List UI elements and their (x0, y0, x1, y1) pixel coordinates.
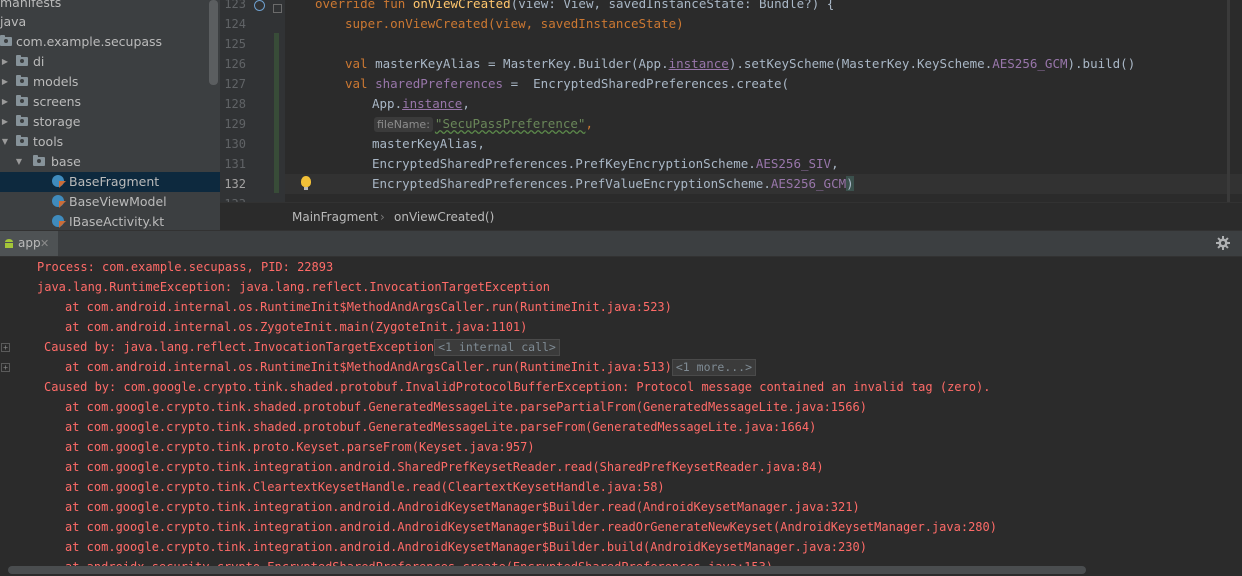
log-line: at com.google.crypto.tink.CleartextKeyse… (65, 480, 665, 494)
log-line: at com.google.crypto.tink.shaded.protobu… (65, 420, 817, 434)
code-line-current: EncryptedSharedPreferences.PrefValueEncr… (285, 174, 1185, 194)
tree-item-java[interactable]: java (0, 12, 220, 32)
tree-item-baseviewmodel[interactable]: BaseViewModel (0, 192, 220, 212)
logcat-output[interactable]: Process: com.example.secupass, PID: 2289… (0, 257, 1242, 576)
code-line: super.onViewCreated(view, savedInstanceS… (345, 16, 684, 31)
package-folder-icon (33, 155, 45, 166)
code-line: EncryptedSharedPreferences.PrefKeyEncryp… (372, 156, 839, 171)
android-icon (5, 239, 13, 248)
log-line: at com.google.crypto.tink.integration.an… (65, 520, 997, 534)
fold-tag[interactable]: <1 internal call> (434, 339, 560, 356)
tree-item-label: java (0, 14, 27, 29)
package-folder-icon (16, 115, 28, 126)
line-number: 125 (224, 37, 246, 51)
package-folder-icon (16, 75, 28, 86)
close-icon[interactable]: ✕ (40, 231, 49, 256)
tree-item-screens[interactable]: ▶ screens (0, 92, 220, 112)
breadcrumb: MainFragment › onViewCreated() (220, 202, 1242, 231)
line-number: 129 (224, 117, 246, 131)
log-line: Process: com.example.secupass, PID: 2289… (37, 260, 334, 274)
expand-icon[interactable]: + (1, 343, 10, 352)
line-number-current: 132 (224, 177, 246, 191)
breadcrumb-item-class[interactable]: MainFragment (292, 203, 378, 231)
line-number: 128 (224, 97, 246, 111)
horizontal-scrollbar[interactable] (8, 566, 1086, 574)
code-line: masterKeyAlias, (372, 136, 485, 151)
chevron-right-icon[interactable]: ▶ (0, 92, 10, 112)
run-panel-header: app ✕ (0, 230, 1242, 257)
kotlin-class-icon (52, 195, 64, 207)
tree-item-label: BaseFragment (69, 174, 160, 189)
chevron-right-icon[interactable]: ▶ (0, 112, 10, 132)
line-number: 131 (224, 157, 246, 171)
editor-scrollbar[interactable] (1227, 0, 1230, 202)
tree-item-label: com.example.secupass (16, 34, 163, 49)
tree-item-label: di (33, 54, 45, 69)
tree-item-label: storage (33, 114, 81, 129)
tree-item-label: tools (33, 134, 64, 149)
package-folder-icon (0, 35, 12, 46)
code-editor[interactable]: override fun onViewCreated(view: View, s… (285, 0, 1242, 202)
tree-item-label: models (33, 74, 79, 89)
tree-item-base[interactable]: ▼ base (0, 152, 220, 172)
tree-item-tools[interactable]: ▼ tools (0, 132, 220, 152)
tree-item-basefragment[interactable]: BaseFragment (0, 172, 220, 192)
line-number: 124 (224, 17, 246, 31)
tree-item-label: base (51, 154, 81, 169)
line-number: 127 (224, 77, 246, 91)
override-marker-icon[interactable] (254, 0, 265, 11)
tree-item-label: IBaseActivity.kt (69, 214, 165, 229)
tree-item-storage[interactable]: ▶ storage (0, 112, 220, 132)
vcs-change-marker[interactable] (274, 33, 279, 193)
package-folder-icon (16, 95, 28, 106)
tab-app[interactable]: app ✕ (0, 231, 58, 256)
line-number: 130 (224, 137, 246, 151)
kotlin-class-icon (52, 175, 64, 187)
breadcrumb-item-method[interactable]: onViewCreated() (394, 203, 494, 231)
breadcrumb-separator: › (380, 210, 385, 224)
tree-item-models[interactable]: ▶ models (0, 72, 220, 92)
log-line: at com.android.internal.os.ZygoteInit.ma… (65, 320, 528, 334)
log-line: Caused by: java.lang.reflect.InvocationT… (44, 337, 560, 357)
package-folder-icon (16, 135, 28, 146)
expand-icon[interactable]: + (1, 363, 10, 372)
code-line: fileName: "SecuPassPreference", (374, 114, 593, 134)
chevron-right-icon[interactable]: ▶ (0, 52, 10, 72)
line-number: 126 (224, 57, 246, 71)
log-line: Caused by: com.google.crypto.tink.shaded… (44, 380, 991, 394)
log-line: at com.google.crypto.tink.integration.an… (65, 500, 860, 514)
code-line: override fun onViewCreated(view: View, s… (315, 0, 835, 11)
chevron-down-icon[interactable]: ▼ (14, 152, 24, 172)
tree-scrollbar[interactable] (209, 0, 218, 85)
log-line: at com.android.internal.os.RuntimeInit$M… (65, 357, 757, 377)
kotlin-file-icon (52, 215, 64, 227)
line-number: 123 (224, 0, 246, 11)
fold-marker-icon[interactable] (273, 4, 282, 13)
fold-tag[interactable]: <1 more...> (671, 359, 757, 376)
parameter-hint: fileName: (374, 117, 433, 132)
log-line: at com.google.crypto.tink.integration.an… (65, 460, 824, 474)
project-tree: manifests java com.example.secupass ▶ di… (0, 0, 220, 230)
tree-item-label: screens (33, 94, 82, 109)
log-line: at com.google.crypto.tink.shaded.protobu… (65, 400, 867, 414)
package-folder-icon (16, 55, 28, 66)
log-line: at com.android.internal.os.RuntimeInit$M… (65, 300, 672, 314)
log-line: at com.google.crypto.tink.proto.Keyset.p… (65, 440, 535, 454)
chevron-right-icon[interactable]: ▶ (0, 72, 10, 92)
code-line: val masterKeyAlias = MasterKey.Builder(A… (345, 56, 1136, 71)
code-line: App.instance, (372, 96, 470, 111)
tree-item-di[interactable]: ▶ di (0, 52, 220, 72)
code-line: val sharedPreferences = EncryptedSharedP… (345, 76, 790, 91)
tab-label: app (18, 236, 41, 250)
log-line: at com.google.crypto.tink.integration.an… (65, 540, 867, 554)
editor-gutter: 123 124 125 126 127 128 129 130 131 132 … (220, 0, 285, 211)
tree-item-ibaseactivity[interactable]: IBaseActivity.kt (0, 212, 220, 230)
chevron-down-icon[interactable]: ▼ (0, 132, 10, 152)
log-line: java.lang.RuntimeException: java.lang.re… (37, 280, 550, 294)
lightbulb-icon[interactable] (301, 176, 311, 190)
gear-icon[interactable] (1216, 236, 1230, 250)
tree-item-label: BaseViewModel (69, 194, 167, 209)
tree-item-com-example-secupass[interactable]: com.example.secupass (0, 32, 220, 52)
